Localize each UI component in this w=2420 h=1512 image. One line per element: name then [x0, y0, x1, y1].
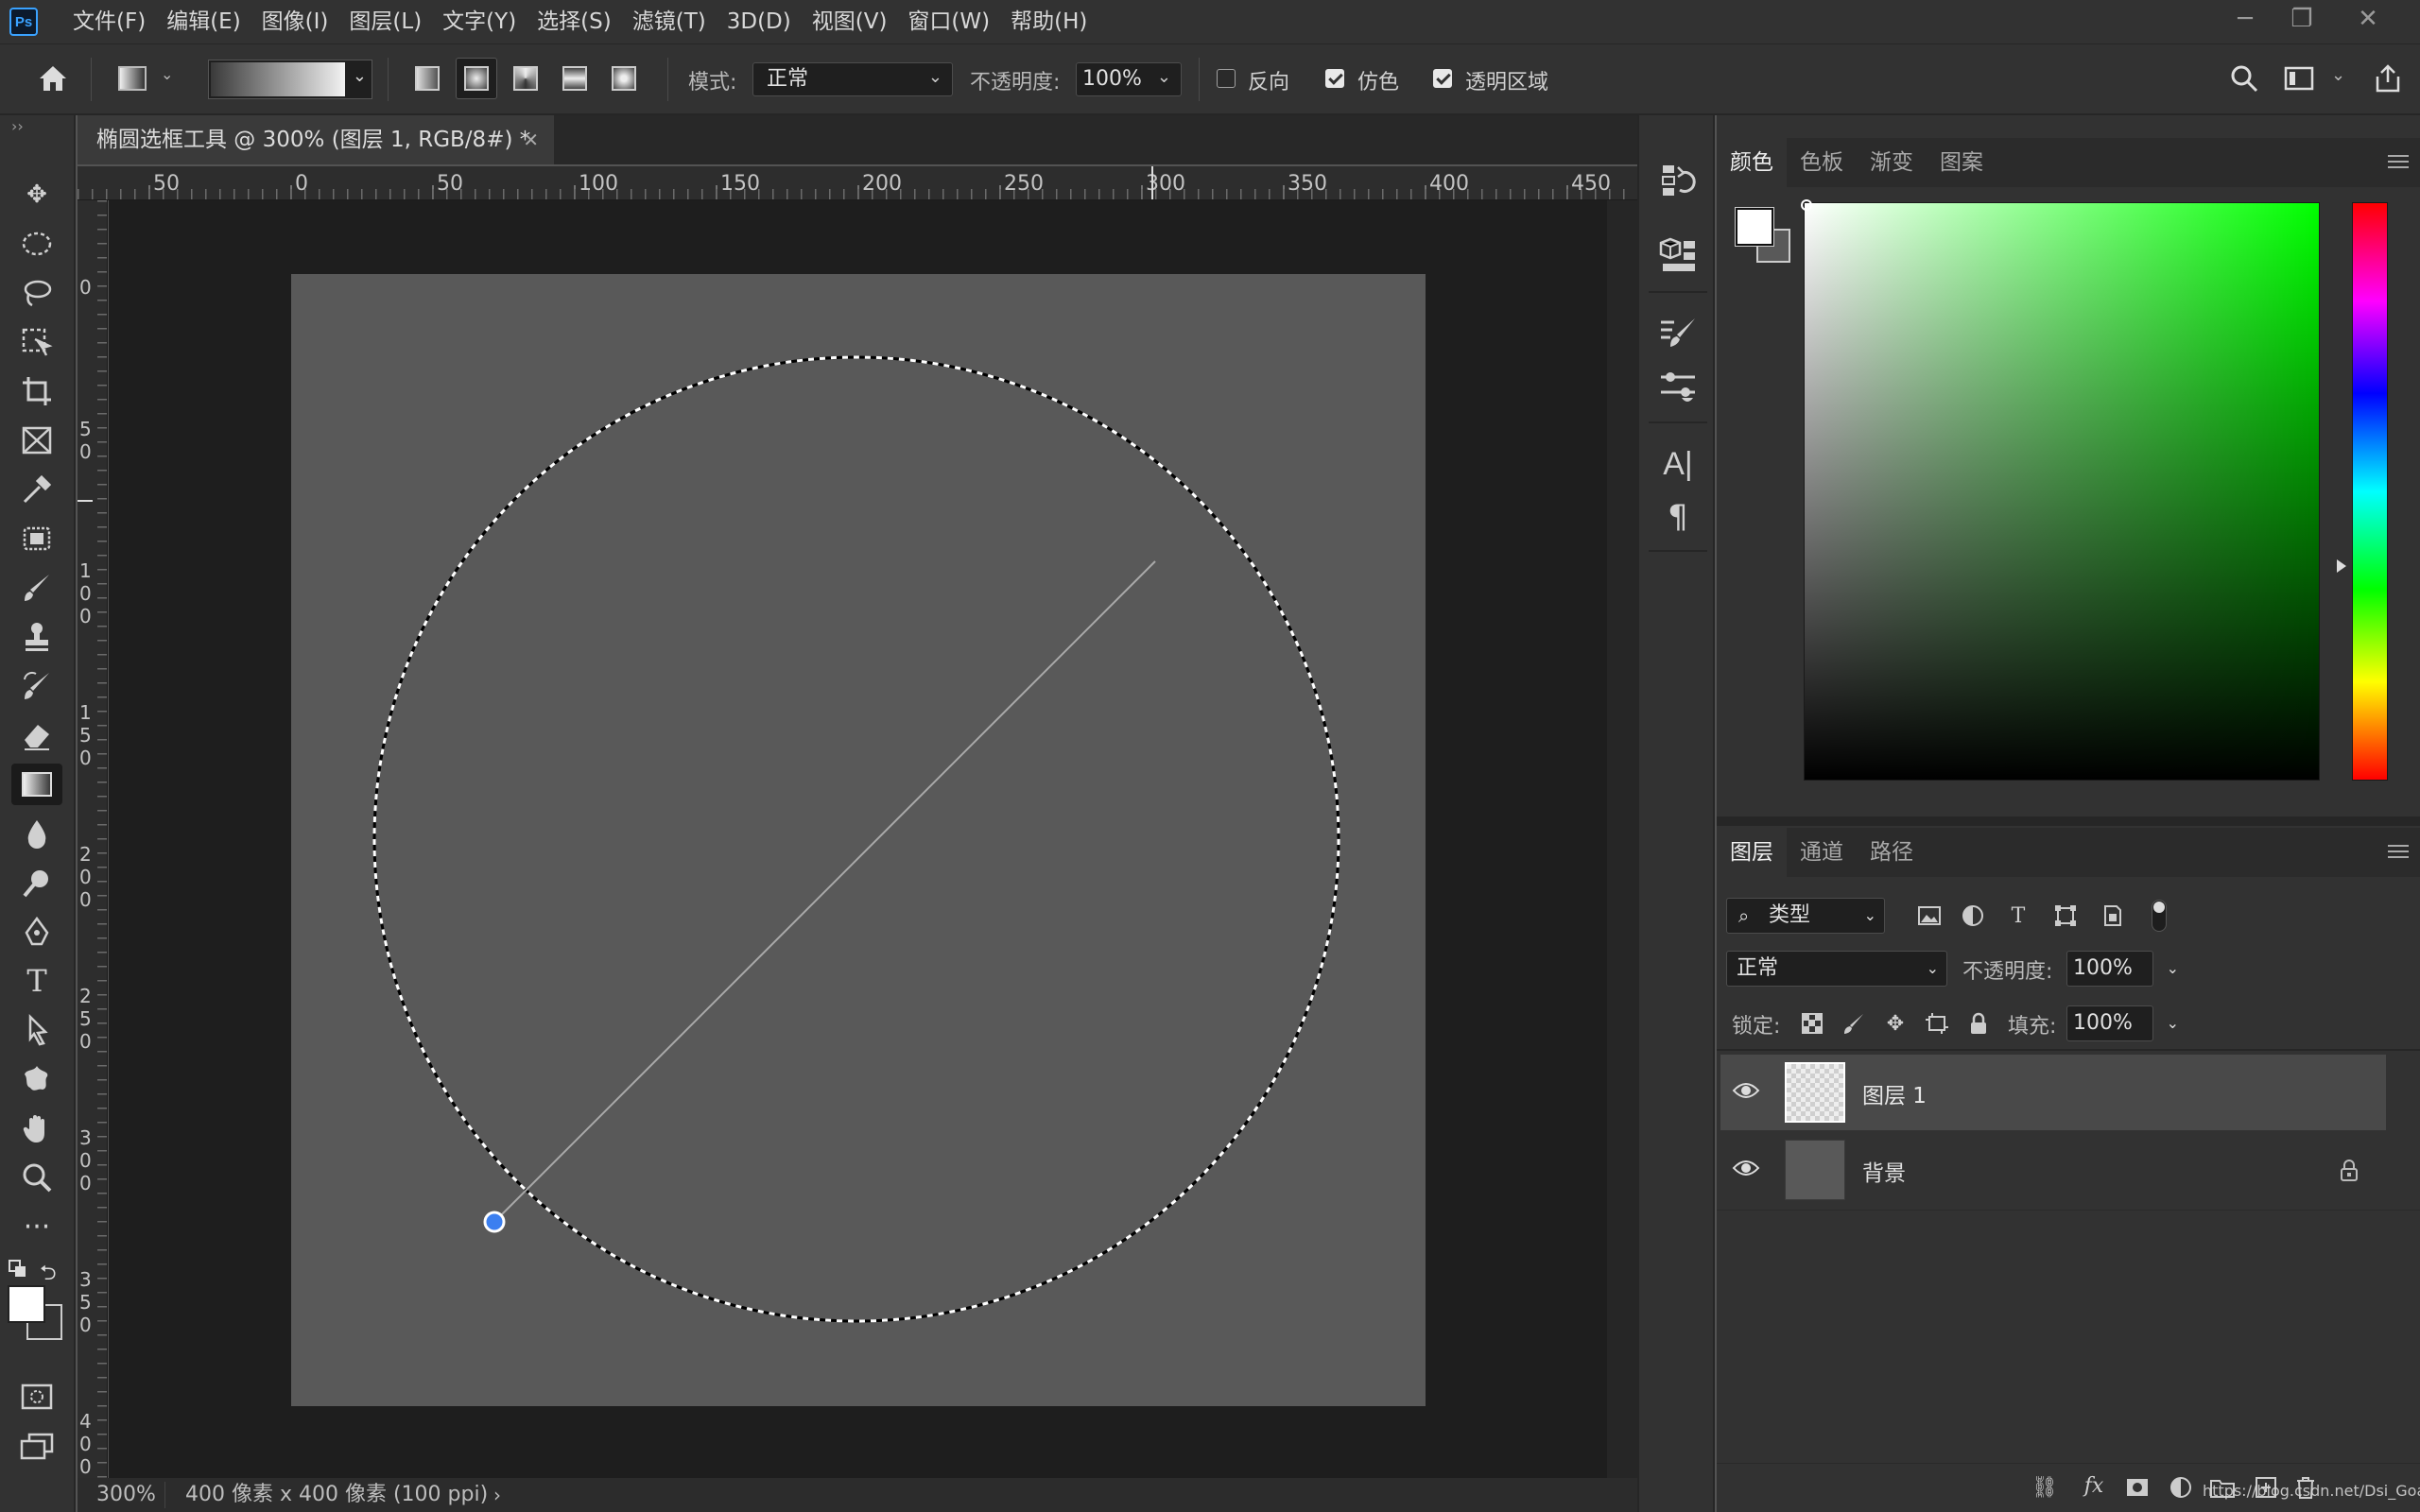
collapsed-panel-dock: A| ¶	[1637, 115, 1715, 1512]
lock-artboard-icon[interactable]	[1923, 1009, 1951, 1038]
layer-thumbnail-background[interactable]	[1785, 1140, 1845, 1200]
visibility-eye-icon[interactable]	[1732, 1157, 1760, 1185]
layer-filter-select[interactable]: ⌕ 类型 ⌄	[1726, 898, 1885, 934]
layer-thumbnail-transparent[interactable]	[1785, 1062, 1845, 1123]
fill-label: 填充:	[2008, 1015, 2057, 1039]
lock-icon	[2339, 1159, 2360, 1187]
filter-pixel-layer-icon[interactable]	[1915, 902, 1944, 930]
filter-type-layer-icon[interactable]: T	[2004, 902, 2032, 930]
color-panel-tabs: 颜色 色板 渐变 图案	[1717, 138, 2420, 187]
fill-input[interactable]: 100% ⌄	[2066, 1005, 2179, 1041]
layers-panel-menu-icon[interactable]	[2388, 845, 2409, 858]
filter-smart-object-icon[interactable]	[2099, 902, 2127, 930]
lock-transparent-pixels-icon[interactable]	[1798, 1009, 1826, 1038]
tab-color[interactable]: 颜色	[1717, 138, 1787, 187]
tab-patterns[interactable]: 图案	[1927, 138, 1996, 187]
history-panel-icon[interactable]	[1656, 159, 1700, 202]
layer-row-layer-1[interactable]: 图层 1	[1720, 1055, 2386, 1130]
layers-panel-tabs: 图层 通道 路径	[1717, 828, 2420, 877]
chevron-down-icon: ⌄	[1863, 906, 1876, 924]
gradient-start-handle	[483, 1211, 506, 1233]
lock-position-icon[interactable]: ✥	[1881, 1009, 1910, 1038]
status-bar: 300% 400 像素 x 400 像素 (100 ppi) ›	[78, 1478, 1637, 1512]
layer-opacity-label: 不透明度:	[1962, 960, 2053, 984]
paragraph-panel-icon[interactable]: ¶	[1656, 495, 1700, 539]
tab-paths[interactable]: 路径	[1857, 828, 1927, 877]
blend-mode-select[interactable]: 正常 ⌄	[1726, 951, 1947, 987]
3d-panel-icon[interactable]	[1656, 232, 1700, 276]
hue-slider-handle[interactable]	[2337, 559, 2346, 573]
lock-label: 锁定:	[1732, 1015, 1781, 1039]
color-picker-cursor[interactable]	[1801, 199, 1812, 211]
layer-opacity-value: 100%	[2073, 956, 2133, 980]
elliptical-selection-marquee-dashes	[372, 355, 1340, 1323]
layer-opacity-input[interactable]: 100% ⌄	[2066, 951, 2179, 987]
link-layers-icon[interactable]: ⛓	[2031, 1473, 2059, 1502]
watermark-text: https://blog.csdn.net/Dsi_Goat	[2203, 1482, 2420, 1500]
color-panel-menu-icon[interactable]	[2388, 155, 2409, 168]
color-picker-field[interactable]	[1801, 199, 2320, 781]
hue-slider[interactable]	[2352, 202, 2388, 781]
character-panel-icon[interactable]: A|	[1656, 442, 1700, 486]
brush-settings-icon[interactable]	[1656, 312, 1700, 355]
lock-all-icon[interactable]	[1964, 1009, 1993, 1038]
tab-layers[interactable]: 图层	[1717, 828, 1787, 877]
gradient-drag-line	[493, 560, 1156, 1223]
chevron-down-icon: ⌄	[1926, 959, 1939, 977]
chevron-down-icon[interactable]: ⌄	[2167, 952, 2179, 986]
add-mask-icon[interactable]	[2123, 1473, 2152, 1502]
status-menu-chevron-icon[interactable]: ›	[493, 1478, 501, 1512]
search-icon: ⌕	[1738, 904, 1750, 927]
tab-swatches[interactable]: 色板	[1787, 138, 1857, 187]
tab-channels[interactable]: 通道	[1787, 828, 1857, 877]
new-adjustment-layer-icon[interactable]	[2167, 1473, 2195, 1502]
tab-gradients[interactable]: 渐变	[1857, 138, 1927, 187]
color-panel-foreground-swatch[interactable]	[1735, 207, 1774, 247]
zoom-level[interactable]: 300%	[96, 1478, 156, 1512]
fx-icon[interactable]: fx	[2080, 1471, 2108, 1500]
elliptical-selection-marquee	[372, 355, 1340, 1323]
layer-name[interactable]: 背景	[1862, 1155, 1906, 1187]
visibility-eye-icon[interactable]	[1732, 1079, 1760, 1108]
chevron-down-icon[interactable]: ⌄	[2167, 1006, 2179, 1040]
layer-row-background[interactable]: 背景	[1720, 1132, 2386, 1208]
filter-adjustment-layer-icon[interactable]	[1959, 902, 1987, 930]
layer-filter-value: 类型	[1769, 903, 1811, 927]
document-info: 400 像素 x 400 像素 (100 ppi)	[185, 1483, 489, 1506]
layer-name[interactable]: 图层 1	[1862, 1077, 1927, 1109]
layer-filter-toggle[interactable]	[2152, 900, 2167, 932]
fill-value: 100%	[2073, 1011, 2133, 1035]
vertical-scrollbar[interactable]	[1607, 200, 1637, 1478]
filter-shape-layer-icon[interactable]	[2051, 902, 2080, 930]
blend-mode-value: 正常	[1737, 956, 1779, 980]
adjustments-icon[interactable]	[1656, 365, 1700, 408]
lock-image-pixels-icon[interactable]	[1840, 1009, 1868, 1038]
